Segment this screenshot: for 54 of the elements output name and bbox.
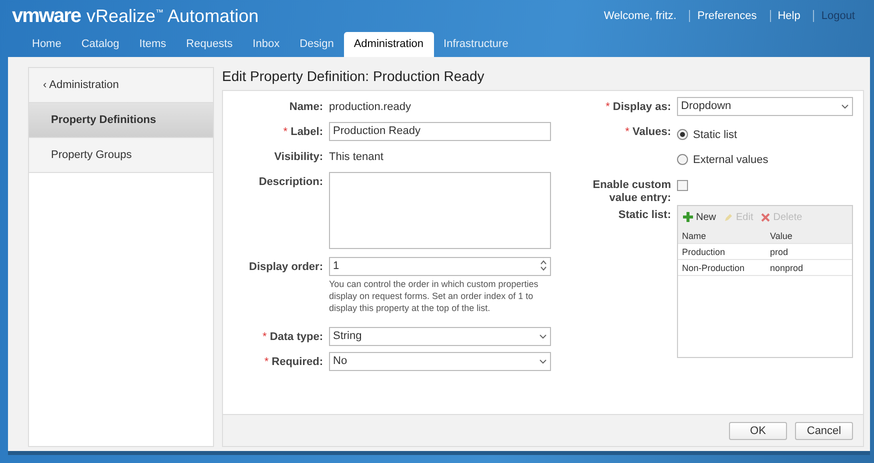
product-name: vRealize$^{™}$ Automation [86, 6, 259, 26]
number-input[interactable]: 1 [329, 257, 551, 276]
dropdown[interactable]: No [329, 352, 551, 371]
sidebar-item[interactable]: Property Definitions [29, 103, 213, 138]
field-value: This tenant [329, 150, 384, 163]
column-header: Name [681, 230, 708, 240]
table-cell-text: prod [769, 246, 790, 256]
plus-icon [683, 212, 693, 222]
radio-option[interactable]: Static list [677, 122, 768, 147]
spinner-arrows-icon [540, 260, 547, 271]
chevron-down-icon [841, 104, 849, 110]
page-title: Edit Property Definition: Production Ready [222, 67, 486, 86]
field-label: Static list: [617, 208, 672, 222]
radio-option[interactable]: External values [677, 147, 768, 172]
field-label: * Label: [282, 125, 324, 139]
nav-tab[interactable]: Inbox [242, 32, 290, 57]
welcome-text: Welcome, fritz. [602, 10, 678, 22]
field-label: * Values: [624, 125, 672, 139]
field-label: Description: [258, 175, 324, 189]
table-cell-text: Non-Production [681, 262, 746, 272]
field-label: Name: [288, 100, 324, 114]
cancel-button[interactable]: Cancel [795, 422, 853, 440]
x-icon [761, 212, 770, 222]
text-input[interactable]: Production Ready [329, 122, 551, 141]
nav-tab[interactable]: Administration [344, 32, 434, 57]
dropdown[interactable]: Dropdown [677, 97, 853, 116]
field-label: * Display as: [604, 100, 672, 114]
nav-tab[interactable]: Home [22, 32, 72, 57]
chevron-down-icon [539, 359, 547, 365]
text-area[interactable] [329, 172, 551, 249]
nav-tab[interactable]: Requests [176, 32, 243, 57]
ok-button[interactable]: OK [729, 422, 787, 440]
field-label: Visibility: [273, 150, 324, 164]
field-label: Enable custom value entry: [592, 178, 672, 204]
field-label: * Required: [263, 355, 324, 369]
pencil-icon [724, 212, 734, 222]
dropdown[interactable]: String [329, 327, 551, 346]
field-label: * Data type: [261, 330, 324, 344]
chevron-down-icon [539, 334, 547, 340]
header-link[interactable]: Preferences [689, 10, 764, 22]
header-link[interactable]: Help [770, 10, 808, 22]
nav-tab[interactable]: Items [129, 32, 176, 57]
sidebar-item[interactable]: Property Groups [29, 138, 213, 173]
field-label: Display order: [248, 260, 324, 274]
toolbar-button[interactable]: New [683, 212, 716, 222]
back-link[interactable]: ‹ Administration [29, 68, 213, 103]
field-value: production.ready [329, 100, 411, 113]
logo: vmware [12, 4, 80, 28]
column-header: Value [769, 230, 794, 240]
help-text: You can control the order in which custom properties display on request forms. Set an order index of 1 to display this property at the top of the list. [329, 278, 540, 316]
table-cell-text: Production [681, 246, 726, 256]
nav-tab[interactable]: Catalog [71, 32, 130, 57]
table-cell-text: nonprod [769, 262, 804, 272]
checkbox[interactable] [677, 180, 688, 191]
